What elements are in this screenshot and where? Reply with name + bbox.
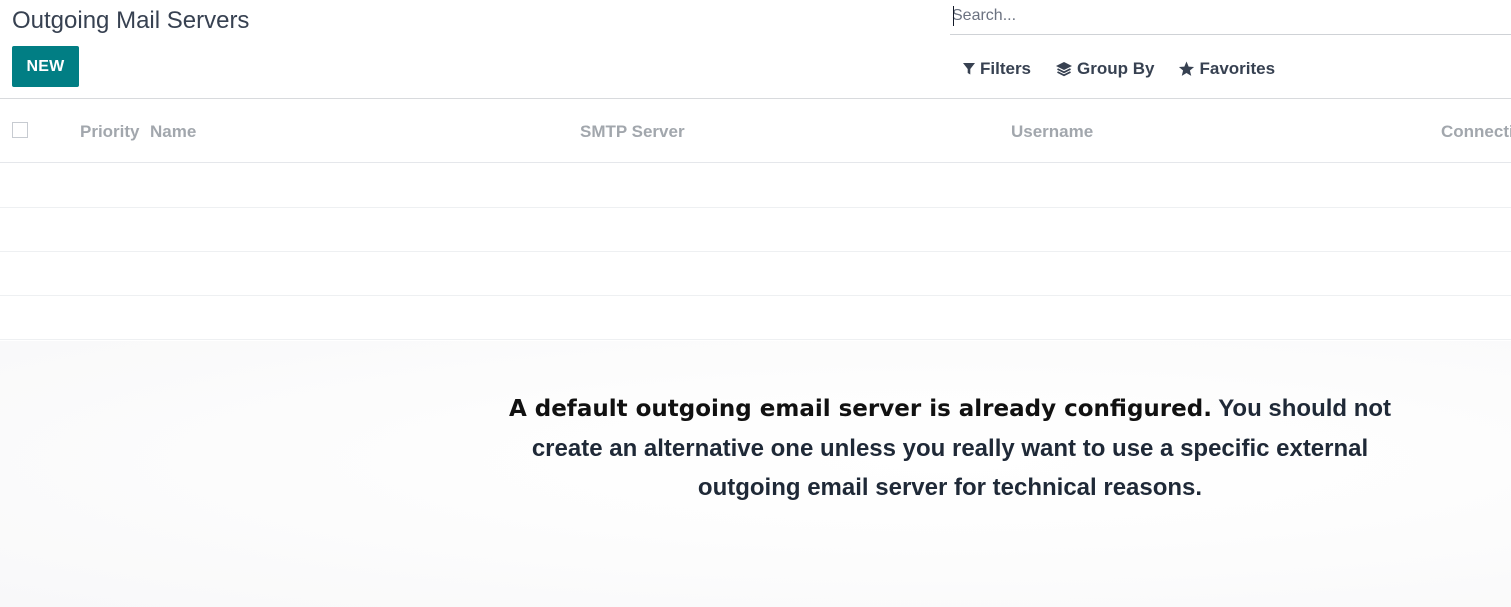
- text-cursor: [953, 6, 954, 26]
- help-lead: A default outgoing email server is alrea…: [508, 396, 1212, 422]
- group-by-button[interactable]: Group By: [1055, 58, 1154, 80]
- column-header-priority[interactable]: Priority: [80, 122, 140, 142]
- filter-icon: [963, 63, 975, 75]
- filters-button[interactable]: Filters: [962, 58, 1031, 80]
- filters-label: Filters: [980, 59, 1032, 78]
- favorites-label: Favorites: [1199, 59, 1276, 78]
- favorites-button[interactable]: Favorites: [1178, 58, 1275, 80]
- page-title: Outgoing Mail Servers: [12, 7, 250, 34]
- search-bar: [950, 0, 1511, 35]
- column-header-connection[interactable]: Connecti: [1441, 122, 1511, 142]
- select-all-checkbox[interactable]: [12, 122, 28, 138]
- layers-icon: [1056, 62, 1073, 77]
- help-message: A default outgoing email server is alrea…: [500, 389, 1400, 507]
- new-button[interactable]: NEW: [12, 46, 79, 87]
- empty-row: [0, 252, 1511, 296]
- empty-row: [0, 296, 1511, 340]
- column-header-smtp-server[interactable]: SMTP Server: [580, 122, 685, 142]
- empty-row: [0, 208, 1511, 252]
- column-header-username[interactable]: Username: [1011, 122, 1093, 142]
- list-header: Priority Name SMTP Server Username Conne…: [0, 100, 1511, 163]
- empty-state-help: A default outgoing email server is alrea…: [0, 341, 1511, 607]
- empty-row: [0, 164, 1511, 208]
- control-panel: Outgoing Mail Servers NEW Filters Group …: [0, 0, 1511, 99]
- search-tools: Filters Group By Favorites: [962, 58, 1299, 80]
- star-icon: [1179, 61, 1195, 76]
- group-by-label: Group By: [1077, 59, 1155, 78]
- search-input[interactable]: [952, 4, 1492, 28]
- column-header-name[interactable]: Name: [150, 122, 196, 142]
